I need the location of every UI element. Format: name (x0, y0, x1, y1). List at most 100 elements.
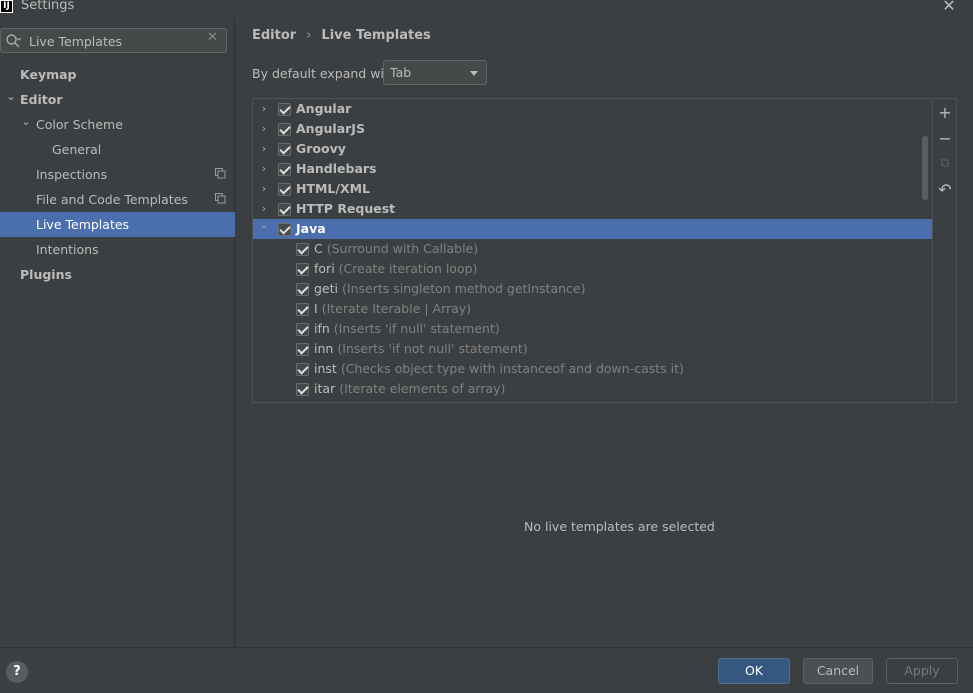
template-description: (Iterate elements of array) (339, 381, 506, 396)
template-checkbox[interactable] (296, 263, 309, 276)
sidebar-item-label: Color Scheme (36, 117, 123, 132)
template-row[interactable]: ifn (Inserts 'if null' statement) (253, 319, 932, 339)
copy-icon[interactable]: ⧉ (937, 156, 953, 172)
cancel-button[interactable]: Cancel (803, 658, 873, 684)
sidebar-item-label: Intentions (36, 242, 99, 257)
template-row[interactable]: C (Surround with Callable) (253, 239, 932, 259)
group-name: Java (296, 221, 326, 236)
sidebar-item-plugins[interactable]: Plugins (0, 262, 235, 287)
template-checkbox[interactable] (296, 363, 309, 376)
template-checkbox[interactable] (296, 343, 309, 356)
group-checkbox[interactable] (278, 183, 291, 196)
template-abbr-text: C (314, 241, 323, 256)
expand-with-dropdown[interactable]: Tab (383, 60, 487, 85)
copy-icon (215, 193, 226, 204)
template-description: (Create iteration loop) (338, 261, 478, 276)
template-abbreviation: inn (Inserts 'if not null' statement) (314, 339, 528, 359)
sidebar-item-editor[interactable]: ⌄ Editor (0, 87, 235, 112)
expand-with-label: By default expand with (252, 66, 397, 81)
templates-toolbar: + − ⧉ ↶ (932, 99, 956, 402)
close-icon[interactable]: ✕ (940, 0, 958, 15)
group-checkbox[interactable] (278, 123, 291, 136)
group-checkbox[interactable] (278, 223, 291, 236)
template-checkbox[interactable] (296, 323, 309, 336)
settings-search[interactable]: ✕ (0, 28, 227, 53)
dialog-button-bar: ? OK Cancel Apply (0, 647, 973, 693)
ok-button[interactable]: OK (718, 658, 790, 684)
template-abbreviation: fori (Create iteration loop) (314, 259, 477, 279)
apply-button[interactable]: Apply (886, 658, 958, 684)
chevron-right-icon[interactable]: › (258, 159, 270, 179)
sidebar-item-inspections[interactable]: Inspections (0, 162, 235, 187)
sidebar-item-intentions[interactable]: Intentions (0, 237, 235, 262)
remove-icon[interactable]: − (937, 131, 953, 147)
template-row[interactable]: geti (Inserts singleton method getInstanc… (253, 279, 932, 299)
template-row[interactable]: fori (Create iteration loop) (253, 259, 932, 279)
template-row[interactable]: inn (Inserts 'if not null' statement) (253, 339, 932, 359)
templates-tree-panel: › Angular › AngularJS › Groovy › Handlebars › HTM… (252, 98, 957, 403)
template-abbr-text: ifn (314, 321, 330, 336)
template-group-row[interactable]: › Groovy (253, 139, 932, 159)
template-row[interactable]: inst (Checks object type with instanceof … (253, 359, 932, 379)
template-checkbox[interactable] (296, 303, 309, 316)
group-checkbox[interactable] (278, 103, 291, 116)
template-abbr-text: geti (314, 281, 338, 296)
breadcrumb-parent[interactable]: Editor (252, 28, 296, 43)
group-name: HTTP Request (296, 201, 396, 216)
window-title: Settings (21, 0, 75, 13)
breadcrumb: Editor › Live Templates (252, 28, 431, 43)
chevron-right-icon[interactable]: › (258, 119, 270, 139)
group-checkbox[interactable] (278, 163, 291, 176)
chevron-down-icon[interactable]: ⌄ (5, 84, 17, 109)
app-logo-icon: IJ (0, 0, 13, 13)
sidebar-item-label: Live Templates (36, 217, 130, 232)
template-abbreviation: geti (Inserts singleton method getInstanc… (314, 279, 585, 299)
template-description: (Iterate Iterable | Array) (321, 301, 472, 316)
add-icon[interactable]: + (937, 105, 953, 121)
help-icon[interactable]: ? (6, 661, 28, 683)
chevron-right-icon[interactable]: › (258, 139, 270, 159)
chevron-down-icon (470, 71, 478, 76)
sidebar-item-file-and-code-templates[interactable]: File and Code Templates (0, 187, 235, 212)
group-checkbox[interactable] (278, 203, 291, 216)
expand-with-value: Tab (390, 65, 412, 80)
template-description: (Checks object type with instanceof and … (340, 361, 684, 376)
clear-search-icon[interactable]: ✕ (207, 30, 218, 45)
template-group-row[interactable]: › Angular (253, 99, 932, 119)
sidebar-item-color-scheme[interactable]: ⌄ Color Scheme (0, 112, 235, 137)
template-row[interactable]: I (Iterate Iterable | Array) (253, 299, 932, 319)
chevron-right-icon[interactable]: › (258, 179, 270, 199)
template-abbr-text: inn (314, 341, 334, 356)
sidebar-item-label: Inspections (36, 167, 108, 182)
group-name: Groovy (296, 141, 346, 156)
template-group-row[interactable]: › HTML/XML (253, 179, 932, 199)
template-group-row[interactable]: › AngularJS (253, 119, 932, 139)
templates-tree: › Angular › AngularJS › Groovy › Handlebars › HTM… (253, 99, 932, 402)
chevron-right-icon[interactable]: › (258, 99, 270, 119)
template-description: (Inserts 'if null' statement) (333, 321, 500, 336)
revert-icon[interactable]: ↶ (937, 182, 953, 198)
vertical-scrollbar[interactable] (922, 136, 928, 200)
sidebar-item-label: General (52, 142, 102, 157)
template-checkbox[interactable] (296, 283, 309, 296)
breadcrumb-current: Live Templates (321, 28, 431, 43)
sidebar-item-label: File and Code Templates (36, 192, 188, 207)
sidebar-item-general[interactable]: General (0, 137, 235, 162)
template-group-row[interactable]: › HTTP Request (253, 199, 932, 219)
template-abbreviation: itar (Iterate elements of array) (314, 379, 505, 399)
template-checkbox[interactable] (296, 383, 309, 396)
sidebar-item-label: Keymap (20, 67, 77, 82)
template-group-row[interactable]: ⌄ Java (253, 218, 932, 239)
template-abbreviation: I (Iterate Iterable | Array) (314, 299, 471, 319)
chevron-down-icon[interactable]: ⌄ (258, 215, 270, 235)
chevron-down-icon[interactable]: ⌄ (20, 109, 32, 134)
search-input[interactable] (29, 32, 199, 50)
template-checkbox[interactable] (296, 243, 309, 256)
group-checkbox[interactable] (278, 143, 291, 156)
sidebar-item-live-templates[interactable]: Live Templates (0, 212, 235, 237)
group-name: Handlebars (296, 161, 377, 176)
template-group-row[interactable]: › Handlebars (253, 159, 932, 179)
live-templates-panel: Editor › Live Templates By default expand … (236, 18, 973, 647)
sidebar-item-keymap[interactable]: Keymap (0, 62, 235, 87)
template-row[interactable]: itar (Iterate elements of array) (253, 379, 932, 399)
